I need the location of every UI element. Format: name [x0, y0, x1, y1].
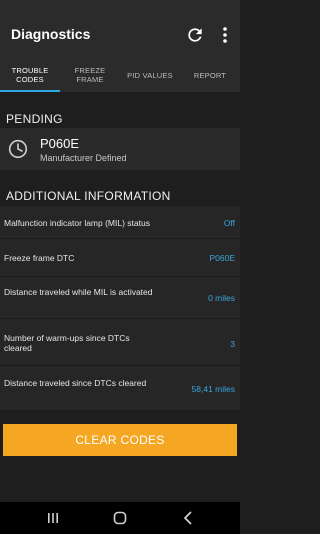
- tab-label: FRAME: [76, 75, 104, 84]
- additional-info-header: ADDITIONAL INFORMATION: [6, 189, 171, 203]
- info-value: Off: [223, 218, 235, 228]
- refresh-icon[interactable]: [185, 25, 205, 45]
- pending-dtc-item[interactable]: P060E Manufacturer Defined: [0, 128, 240, 170]
- info-label: Distance traveled since DTCs cleared: [4, 378, 147, 388]
- tab-label: PID VALUES: [127, 70, 173, 80]
- info-value: 58,41 miles: [191, 384, 235, 394]
- pending-header: PENDING: [6, 112, 63, 126]
- tab-trouble-codes[interactable]: TROUBLE CODES: [0, 58, 60, 92]
- info-value: 0 miles: [208, 293, 235, 303]
- info-label: Distance traveled while MIL is activated: [4, 287, 153, 297]
- info-label: Freeze frame DTC: [4, 253, 75, 263]
- info-label: Number of warm-ups since DTCs cleared: [4, 333, 130, 353]
- dtc-code: P060E: [40, 136, 80, 151]
- dtc-description: Manufacturer Defined: [40, 153, 127, 163]
- info-row-freeze-frame-dtc: Freeze frame DTC P060E: [0, 239, 240, 277]
- info-value: P060E: [209, 253, 235, 263]
- clock-icon: [8, 139, 28, 159]
- info-row-warmups: Number of warm-ups since DTCs cleared 3: [0, 319, 240, 366]
- tab-label: TROUBLE: [11, 66, 49, 75]
- clear-codes-button[interactable]: CLEAR CODES: [3, 424, 237, 456]
- back-icon[interactable]: [180, 510, 196, 526]
- tab-freeze-frame[interactable]: FREEZE FRAME: [60, 58, 120, 92]
- recents-icon[interactable]: [45, 510, 61, 526]
- info-row-distance-cleared: Distance traveled since DTCs cleared 58,…: [0, 366, 240, 411]
- tab-label: CODES: [16, 75, 44, 84]
- home-icon[interactable]: [112, 510, 128, 526]
- more-vert-icon[interactable]: [218, 25, 232, 45]
- tab-report[interactable]: REPORT: [180, 58, 240, 92]
- info-row-mil-status: Malfunction indicator lamp (MIL) status …: [0, 206, 240, 239]
- tab-bar: TROUBLE CODES FREEZE FRAME PID VALUES REPO…: [0, 58, 240, 92]
- info-row-distance-mil: Distance traveled while MIL is activated…: [0, 277, 240, 319]
- tab-label: REPORT: [193, 70, 227, 80]
- page-title: Diagnostics: [11, 26, 91, 42]
- tab-pid-values[interactable]: PID VALUES: [120, 58, 180, 92]
- system-nav-bar: [0, 502, 240, 534]
- info-value: 3: [230, 339, 235, 349]
- tab-label: FREEZE: [74, 66, 106, 75]
- info-label: Malfunction indicator lamp (MIL) status: [4, 218, 150, 228]
